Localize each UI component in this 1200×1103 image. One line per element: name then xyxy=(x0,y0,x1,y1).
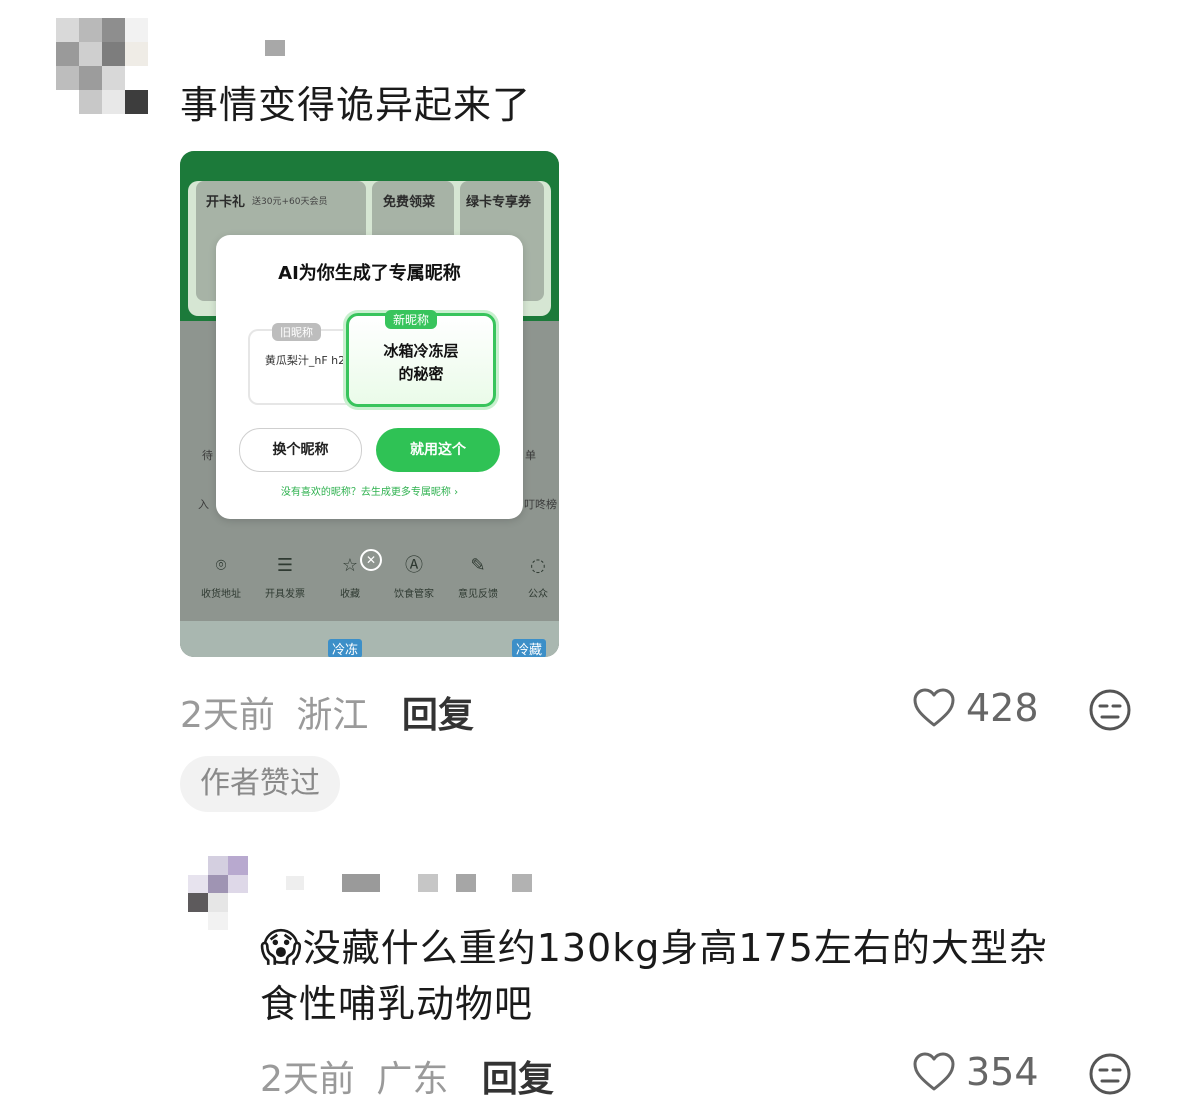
more-nicknames-link[interactable]: 没有喜欢的昵称？去生成更多专属昵称 › xyxy=(216,483,523,498)
menu-item-label: 开具发票 xyxy=(265,589,305,600)
dislike-face-icon[interactable] xyxy=(1088,688,1132,732)
nickname-modal: AI为你生成了专属昵称 旧昵称 黄瓜梨汁_hF h2 新昵称 冰箱冷冻层 的秘密… xyxy=(216,235,523,519)
username-redacted[interactable] xyxy=(286,874,532,892)
menu-item-label: 收藏 xyxy=(340,589,360,600)
new-nickname-line1: 冰箱冷冻层 xyxy=(383,342,459,360)
use-nickname-button[interactable]: 就用这个 xyxy=(376,428,500,472)
comment-meta: 2天前 广东 回复 xyxy=(260,1050,554,1102)
menu-item[interactable]: ◌ 公众 xyxy=(506,553,559,600)
comment-time: 2天前 xyxy=(180,695,275,736)
menu-item[interactable]: ☆ 收藏 xyxy=(318,553,382,600)
comment-text: 😱没藏什么重约130kg身高175左右的大型杂 食性哺乳动物吧 xyxy=(260,920,1160,1032)
menu-item[interactable]: Ⓐ 饮食管家 xyxy=(382,553,446,600)
tile-label: 免费领菜 xyxy=(383,195,436,210)
screenshot-fragment-text: 入 xyxy=(198,498,209,511)
scream-emoji-icon: 😱 xyxy=(260,925,303,971)
heart-icon[interactable] xyxy=(912,1052,956,1092)
heart-icon[interactable] xyxy=(912,688,956,728)
tile-label: 绿卡专享券 xyxy=(466,195,532,210)
modal-title: AI为你生成了专属昵称 xyxy=(278,263,461,284)
comment-location: 浙江 xyxy=(296,695,369,736)
reply-button[interactable]: 回复 xyxy=(482,1059,554,1100)
new-nickname-text: 冰箱冷冻层 的秘密 xyxy=(349,340,493,386)
menu-item[interactable]: ✎ 意见反馈 xyxy=(446,553,510,600)
product-tag: 冷冻 xyxy=(328,639,363,657)
screenshot-bottom-strip xyxy=(180,621,559,657)
menu-item-label: 收货地址 xyxy=(201,589,241,600)
star-icon: ☆ xyxy=(341,555,359,576)
comment-location: 广东 xyxy=(376,1059,449,1100)
avatar[interactable] xyxy=(188,856,248,930)
old-nickname-badge: 旧昵称 xyxy=(272,323,321,341)
menu-item-label: 饮食管家 xyxy=(394,589,434,600)
avatar[interactable] xyxy=(56,18,148,114)
screenshot-fragment-text: 叮咚榜 xyxy=(524,498,557,511)
tile-label: 开卡礼 xyxy=(206,195,246,210)
old-nickname-text: 黄瓜梨汁_hF h2 xyxy=(264,354,346,367)
screenshot-fragment-text: 待 xyxy=(202,449,213,462)
dislike-face-icon[interactable] xyxy=(1088,1052,1132,1096)
comment-text-part: 没藏什么重约130kg身高175左右的大型杂 xyxy=(302,926,1048,970)
reply-button[interactable]: 回复 xyxy=(402,695,474,736)
comment-meta: 2天前 浙江 回复 xyxy=(180,686,474,738)
screenshot-menu: ⌾ 收货地址 ☰ 开具发票 ☆ 收藏 Ⓐ 饮食管家 ✎ 意见反馈 ◌ 公众 xyxy=(180,553,559,613)
like-count: 354 xyxy=(966,1050,1039,1094)
screenshot-fragment-text: 单 xyxy=(525,449,536,462)
product-tag: 冷藏 xyxy=(512,639,547,657)
invoice-icon: ☰ xyxy=(276,555,294,576)
comment-text-line: 食性哺乳动物吧 xyxy=(260,982,534,1026)
comment-text: 事情变得诡异起来了 xyxy=(180,83,532,127)
username-redacted[interactable] xyxy=(265,40,285,56)
swap-nickname-button[interactable]: 换个昵称 xyxy=(239,428,362,472)
menu-item-label: 意见反馈 xyxy=(458,589,498,600)
embedded-screenshot-image[interactable]: 开卡礼 送30元+60天会员 免费领菜 绿卡专享券 入 叮咚榜 待 单 AI为你… xyxy=(180,151,559,657)
menu-item[interactable]: ⌾ 收货地址 xyxy=(189,553,253,600)
chat-icon: ◌ xyxy=(530,555,546,576)
new-nickname-line2: 的秘密 xyxy=(398,365,444,383)
menu-item[interactable]: ☰ 开具发票 xyxy=(253,553,317,600)
like-count: 428 xyxy=(966,686,1039,730)
feedback-icon: ✎ xyxy=(470,555,486,576)
old-nickname-card[interactable]: 旧昵称 黄瓜梨汁_hF h2 xyxy=(248,323,362,405)
comment-text-line: 😱没藏什么重约130kg身高175左右的大型杂 xyxy=(260,920,1160,976)
comment-time: 2天前 xyxy=(260,1059,355,1100)
location-pin-icon: ⌾ xyxy=(215,555,227,576)
menu-item-label: 公众 xyxy=(528,589,548,600)
tile-subtitle: 送30元+60天会员 xyxy=(252,197,328,207)
author-liked-badge: 作者赞过 xyxy=(180,756,340,812)
ai-icon: Ⓐ xyxy=(405,555,423,576)
new-nickname-card[interactable]: 新昵称 冰箱冷冻层 的秘密 xyxy=(346,310,496,407)
new-nickname-badge: 新昵称 xyxy=(385,310,438,329)
